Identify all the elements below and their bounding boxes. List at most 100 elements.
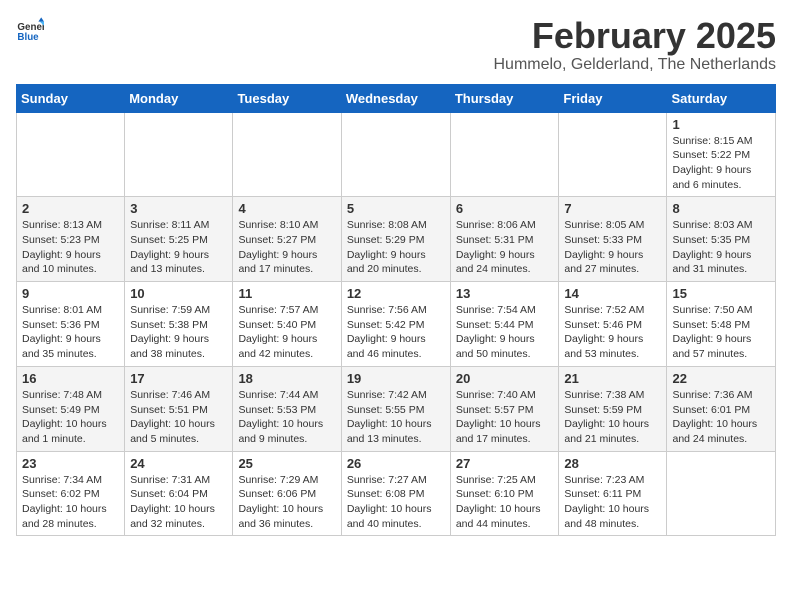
day-info: Sunrise: 7:52 AM Sunset: 5:46 PM Dayligh… — [564, 303, 661, 362]
day-number: 5 — [347, 201, 445, 216]
day-info: Sunrise: 7:59 AM Sunset: 5:38 PM Dayligh… — [130, 303, 227, 362]
day-info: Sunrise: 7:46 AM Sunset: 5:51 PM Dayligh… — [130, 388, 227, 447]
month-title: February 2025 — [493, 16, 776, 56]
day-number: 21 — [564, 371, 661, 386]
calendar-cell: 17 Sunrise: 7:46 AM Sunset: 5:51 PM Dayli… — [125, 366, 233, 451]
calendar-cell: 22 Sunrise: 7:36 AM Sunset: 6:01 PM Dayli… — [667, 366, 776, 451]
day-info: Sunrise: 8:15 AM Sunset: 5:22 PM Dayligh… — [672, 134, 770, 193]
day-info: Sunrise: 7:54 AM Sunset: 5:44 PM Dayligh… — [456, 303, 554, 362]
day-number: 13 — [456, 286, 554, 301]
week-row-4: 16 Sunrise: 7:48 AM Sunset: 5:49 PM Dayli… — [17, 366, 776, 451]
day-number: 28 — [564, 456, 661, 471]
day-number: 14 — [564, 286, 661, 301]
calendar-cell: 11Sunrise: 7:57 AM Sunset: 5:40 PM Dayli… — [233, 282, 341, 367]
calendar-cell — [17, 112, 125, 197]
day-info: Sunrise: 7:42 AM Sunset: 5:55 PM Dayligh… — [347, 388, 445, 447]
calendar-cell: 18 Sunrise: 7:44 AM Sunset: 5:53 PM Dayli… — [233, 366, 341, 451]
day-number: 10 — [130, 286, 227, 301]
weekday-header-friday: Friday — [559, 84, 667, 112]
day-info: Sunrise: 8:11 AM Sunset: 5:25 PM Dayligh… — [130, 218, 227, 277]
day-number: 15 — [672, 286, 770, 301]
calendar-cell: 9Sunrise: 8:01 AM Sunset: 5:36 PM Daylig… — [17, 282, 125, 367]
calendar-cell — [125, 112, 233, 197]
day-info: Sunrise: 8:06 AM Sunset: 5:31 PM Dayligh… — [456, 218, 554, 277]
day-info: Sunrise: 8:08 AM Sunset: 5:29 PM Dayligh… — [347, 218, 445, 277]
weekday-header-tuesday: Tuesday — [233, 84, 341, 112]
calendar-cell — [233, 112, 341, 197]
day-info: Sunrise: 7:44 AM Sunset: 5:53 PM Dayligh… — [238, 388, 335, 447]
day-number: 17 — [130, 371, 227, 386]
day-info: Sunrise: 7:27 AM Sunset: 6:08 PM Dayligh… — [347, 473, 445, 532]
day-info: Sunrise: 7:38 AM Sunset: 5:59 PM Dayligh… — [564, 388, 661, 447]
day-number: 1 — [672, 117, 770, 132]
day-info: Sunrise: 7:48 AM Sunset: 5:49 PM Dayligh… — [22, 388, 119, 447]
calendar-cell: 8 Sunrise: 8:03 AM Sunset: 5:35 PM Daylig… — [667, 197, 776, 282]
day-number: 20 — [456, 371, 554, 386]
day-info: Sunrise: 7:29 AM Sunset: 6:06 PM Dayligh… — [238, 473, 335, 532]
day-number: 23 — [22, 456, 119, 471]
weekday-header-monday: Monday — [125, 84, 233, 112]
calendar-cell: 26 Sunrise: 7:27 AM Sunset: 6:08 PM Dayli… — [341, 451, 450, 536]
calendar-cell: 3 Sunrise: 8:11 AM Sunset: 5:25 PM Daylig… — [125, 197, 233, 282]
day-info: Sunrise: 8:10 AM Sunset: 5:27 PM Dayligh… — [238, 218, 335, 277]
day-info: Sunrise: 8:05 AM Sunset: 5:33 PM Dayligh… — [564, 218, 661, 277]
weekday-header-thursday: Thursday — [450, 84, 559, 112]
calendar-cell — [667, 451, 776, 536]
calendar-cell: 14 Sunrise: 7:52 AM Sunset: 5:46 PM Dayli… — [559, 282, 667, 367]
calendar-cell: 13 Sunrise: 7:54 AM Sunset: 5:44 PM Dayli… — [450, 282, 559, 367]
weekday-header-saturday: Saturday — [667, 84, 776, 112]
day-info: Sunrise: 7:23 AM Sunset: 6:11 PM Dayligh… — [564, 473, 661, 532]
calendar-table: SundayMondayTuesdayWednesdayThursdayFrid… — [16, 84, 776, 537]
day-number: 4 — [238, 201, 335, 216]
calendar-cell: 12 Sunrise: 7:56 AM Sunset: 5:42 PM Dayli… — [341, 282, 450, 367]
day-info: Sunrise: 7:50 AM Sunset: 5:48 PM Dayligh… — [672, 303, 770, 362]
day-info: Sunrise: 8:03 AM Sunset: 5:35 PM Dayligh… — [672, 218, 770, 277]
location-title: Hummelo, Gelderland, The Netherlands — [493, 56, 776, 74]
calendar-cell: 6 Sunrise: 8:06 AM Sunset: 5:31 PM Daylig… — [450, 197, 559, 282]
day-info: Sunrise: 7:25 AM Sunset: 6:10 PM Dayligh… — [456, 473, 554, 532]
logo: General Blue — [16, 16, 44, 44]
logo-icon: General Blue — [16, 16, 44, 44]
calendar-cell: 21 Sunrise: 7:38 AM Sunset: 5:59 PM Dayli… — [559, 366, 667, 451]
calendar-cell: 7Sunrise: 8:05 AM Sunset: 5:33 PM Daylig… — [559, 197, 667, 282]
day-number: 27 — [456, 456, 554, 471]
week-row-5: 23 Sunrise: 7:34 AM Sunset: 6:02 PM Dayli… — [17, 451, 776, 536]
calendar-cell: 10 Sunrise: 7:59 AM Sunset: 5:38 PM Dayli… — [125, 282, 233, 367]
calendar-cell — [559, 112, 667, 197]
week-row-1: 1 Sunrise: 8:15 AM Sunset: 5:22 PM Daylig… — [17, 112, 776, 197]
day-number: 18 — [238, 371, 335, 386]
day-info: Sunrise: 7:56 AM Sunset: 5:42 PM Dayligh… — [347, 303, 445, 362]
day-info: Sunrise: 7:40 AM Sunset: 5:57 PM Dayligh… — [456, 388, 554, 447]
calendar-cell: 25Sunrise: 7:29 AM Sunset: 6:06 PM Dayli… — [233, 451, 341, 536]
page-header: General Blue February 2025 Hummelo, Geld… — [16, 16, 776, 74]
weekday-header-row: SundayMondayTuesdayWednesdayThursdayFrid… — [17, 84, 776, 112]
day-info: Sunrise: 7:34 AM Sunset: 6:02 PM Dayligh… — [22, 473, 119, 532]
day-info: Sunrise: 7:57 AM Sunset: 5:40 PM Dayligh… — [238, 303, 335, 362]
day-number: 8 — [672, 201, 770, 216]
weekday-header-wednesday: Wednesday — [341, 84, 450, 112]
calendar-cell: 5 Sunrise: 8:08 AM Sunset: 5:29 PM Daylig… — [341, 197, 450, 282]
calendar-cell: 27 Sunrise: 7:25 AM Sunset: 6:10 PM Dayli… — [450, 451, 559, 536]
day-info: Sunrise: 8:13 AM Sunset: 5:23 PM Dayligh… — [22, 218, 119, 277]
calendar-cell: 19Sunrise: 7:42 AM Sunset: 5:55 PM Dayli… — [341, 366, 450, 451]
day-info: Sunrise: 7:36 AM Sunset: 6:01 PM Dayligh… — [672, 388, 770, 447]
calendar-cell: 20 Sunrise: 7:40 AM Sunset: 5:57 PM Dayli… — [450, 366, 559, 451]
calendar-cell: 4 Sunrise: 8:10 AM Sunset: 5:27 PM Daylig… — [233, 197, 341, 282]
day-number: 22 — [672, 371, 770, 386]
week-row-2: 2 Sunrise: 8:13 AM Sunset: 5:23 PM Daylig… — [17, 197, 776, 282]
calendar-cell — [450, 112, 559, 197]
calendar-cell: 16 Sunrise: 7:48 AM Sunset: 5:49 PM Dayli… — [17, 366, 125, 451]
calendar-cell: 28 Sunrise: 7:23 AM Sunset: 6:11 PM Dayli… — [559, 451, 667, 536]
day-number: 3 — [130, 201, 227, 216]
day-number: 24 — [130, 456, 227, 471]
calendar-cell: 24Sunrise: 7:31 AM Sunset: 6:04 PM Dayli… — [125, 451, 233, 536]
day-number: 6 — [456, 201, 554, 216]
svg-text:Blue: Blue — [17, 32, 39, 43]
weekday-header-sunday: Sunday — [17, 84, 125, 112]
day-number: 16 — [22, 371, 119, 386]
day-number: 2 — [22, 201, 119, 216]
day-number: 26 — [347, 456, 445, 471]
calendar-cell: 23 Sunrise: 7:34 AM Sunset: 6:02 PM Dayli… — [17, 451, 125, 536]
day-number: 12 — [347, 286, 445, 301]
day-info: Sunrise: 8:01 AM Sunset: 5:36 PM Dayligh… — [22, 303, 119, 362]
